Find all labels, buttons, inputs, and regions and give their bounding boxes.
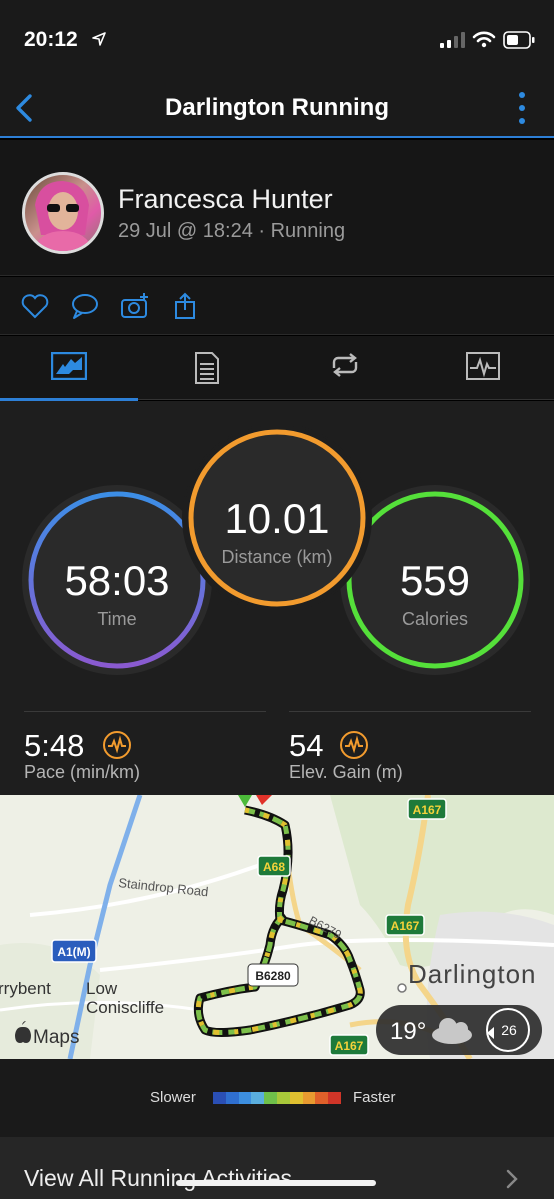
city-dot [397, 983, 407, 993]
legend-color-swatch [289, 1092, 303, 1104]
chevron-right-icon [506, 1169, 518, 1189]
battery-icon [503, 31, 535, 49]
svg-text:A167: A167 [391, 919, 420, 933]
elevation-value: 54 [289, 728, 324, 763]
legend-color-swatch [225, 1092, 239, 1104]
weather-widget: 19° 26 [376, 1005, 542, 1055]
avatar[interactable] [22, 172, 104, 254]
pace-legend: Slower Faster [0, 1059, 554, 1137]
place-label-low: Low [86, 979, 118, 998]
tab-stats[interactable] [138, 336, 276, 400]
svg-text:A68: A68 [263, 860, 285, 874]
home-indicator[interactable] [176, 1180, 376, 1186]
road-shield-a167-bottom: A167 [329, 1034, 369, 1056]
road-shield-a1m: A1(M) [51, 939, 97, 963]
cellular-signal-icon [440, 32, 465, 48]
legend-color-swatch [264, 1092, 277, 1104]
overview-chart-icon [51, 352, 87, 380]
legend-color-bar [213, 1092, 341, 1104]
status-bar: 20:12 [0, 0, 554, 80]
stats-document-icon [195, 352, 219, 384]
road-shield-a167-mid: A167 [385, 914, 425, 936]
legend-color-swatch [328, 1092, 341, 1104]
legend-color-swatch [213, 1092, 226, 1104]
distance-value: 10.01 [224, 495, 330, 542]
activity-tabs [0, 336, 554, 401]
place-label-rrybent: rrybent [0, 979, 51, 998]
road-shield-a68: A68 [257, 855, 291, 877]
activity-date-type: 29 Jul @ 18:24 · Running [118, 220, 346, 242]
map-canvas: A167 A68 A167 A1(M) B6280 A167 Staindrop… [0, 795, 554, 1059]
avatar-portrait [33, 181, 93, 251]
elevation-label: Elev. Gain (m) [289, 762, 403, 782]
elevation-info-icon[interactable] [339, 730, 369, 760]
location-arrow-icon [92, 32, 106, 46]
legend-faster-label: Faster [353, 1089, 396, 1106]
nav-bar: Darlington Running [0, 80, 554, 138]
legend-color-swatch [238, 1092, 252, 1104]
view-all-activities-row[interactable]: View All Running Activities [0, 1137, 554, 1199]
social-actions [0, 277, 554, 335]
charts-pulse-icon [466, 352, 500, 380]
place-label-coniscliffe: Coniscliffe [86, 998, 164, 1017]
legend-color-swatch [251, 1092, 265, 1104]
river [67, 795, 143, 1059]
pace-value: 5:48 [24, 728, 85, 763]
elevation-metric: 54 Elev. Gain (m) [289, 711, 531, 782]
more-options-icon[interactable] [518, 90, 526, 126]
svg-text:A1(M): A1(M) [57, 945, 90, 959]
svg-text:A167: A167 [413, 803, 442, 817]
maps-attribution-label: Maps [33, 1027, 79, 1048]
laps-loop-icon [332, 353, 358, 377]
pace-label: Pace (min/km) [24, 762, 141, 782]
road-shield-a167-top: A167 [407, 798, 447, 820]
place-label-darlington: Darlington [408, 959, 537, 989]
comment-icon[interactable] [70, 291, 100, 321]
activity-stats: 58:03 Time 559 Calories 10.01 Distance (… [0, 401, 554, 795]
route-map[interactable]: A167 A68 A167 A1(M) B6280 A167 Staindrop… [0, 795, 554, 1059]
like-heart-icon[interactable] [20, 291, 50, 321]
distance-label: Distance (km) [221, 547, 333, 567]
tab-overview[interactable] [0, 336, 138, 401]
tab-laps[interactable] [276, 336, 414, 400]
legend-slower-label: Slower [150, 1089, 196, 1106]
tab-charts[interactable] [414, 336, 552, 400]
pace-info-icon[interactable] [102, 730, 132, 760]
finish-marker [256, 795, 272, 805]
wind-speed: 26 [501, 1022, 517, 1038]
page-title: Darlington Running [165, 94, 389, 121]
legend-color-swatch [302, 1092, 316, 1104]
share-icon[interactable] [170, 291, 200, 321]
svg-text:A167: A167 [335, 1039, 364, 1053]
pace-metric: 5:48 Pace (min/km) [24, 711, 266, 782]
start-marker [238, 795, 252, 807]
athlete-name[interactable]: Francesca Hunter [118, 184, 333, 215]
distance-stat: 10.01 Distance (km) [182, 423, 372, 613]
activity-header: Francesca Hunter 29 Jul @ 18:24 · Runnin… [0, 140, 554, 276]
svg-text:B6280: B6280 [255, 969, 291, 983]
add-photo-icon[interactable] [120, 291, 150, 321]
legend-color-swatch [276, 1092, 290, 1104]
status-time: 20:12 [24, 28, 78, 51]
legend-color-swatch [315, 1092, 329, 1104]
weather-temperature: 19° [390, 1018, 426, 1045]
road-shield-b6280: B6280 [247, 963, 299, 987]
view-all-label: View All Running Activities [24, 1165, 293, 1191]
wifi-icon [472, 31, 496, 48]
route-pace-segments [195, 807, 363, 1035]
